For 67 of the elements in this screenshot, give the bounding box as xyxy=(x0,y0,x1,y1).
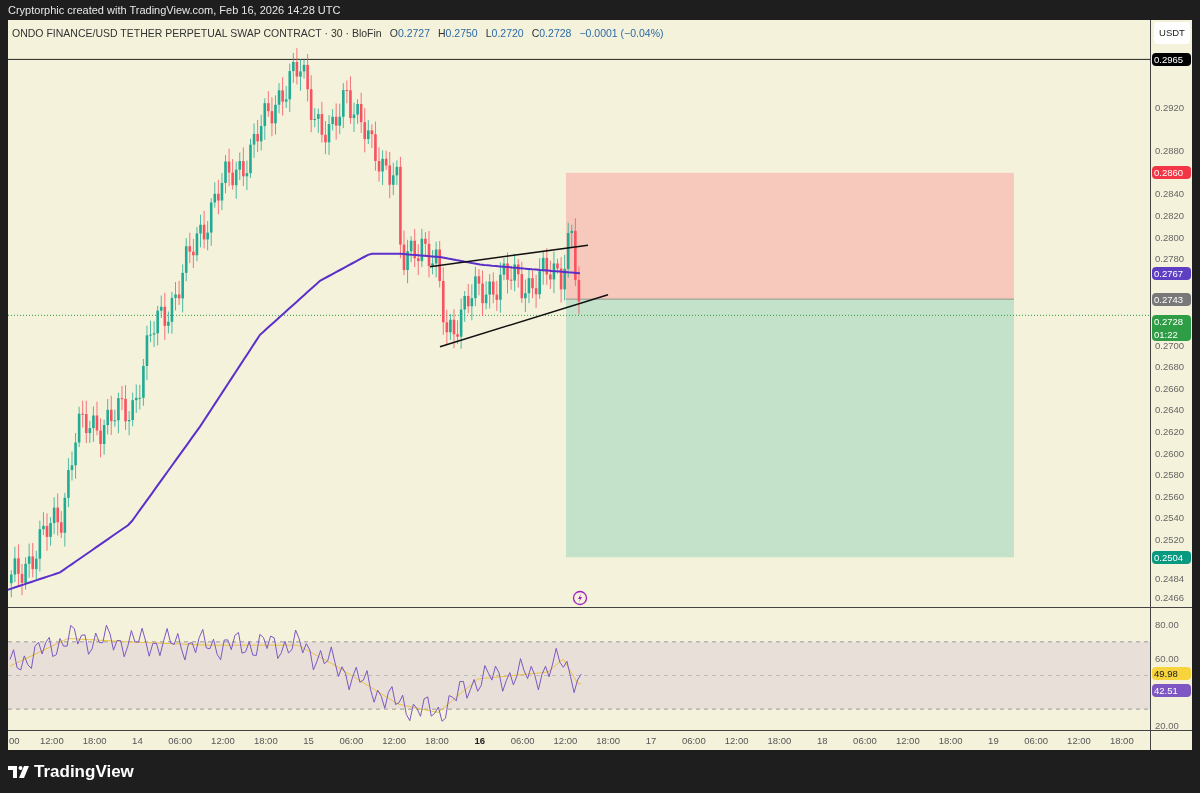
time-label: 12:00 xyxy=(211,735,235,747)
ohlc-value: C0.2728 xyxy=(531,26,572,41)
time-label: 17 xyxy=(645,735,657,747)
price-marker: 42.51 xyxy=(1152,683,1191,697)
time-label: 18:00 xyxy=(425,735,449,747)
ohlc-value: O0.2727 xyxy=(389,26,430,41)
price-tick: 0.2880 xyxy=(1155,145,1185,158)
time-label: 06:00 xyxy=(853,735,877,747)
price-marker: 0.2767 xyxy=(1152,266,1191,280)
time-label: 12:00 xyxy=(382,735,407,747)
time-label: 18:00 xyxy=(938,735,963,747)
time-label: 12:00 xyxy=(39,735,64,747)
price-tick: 0.2840 xyxy=(1155,188,1185,201)
time-label: 06:00 xyxy=(510,735,535,747)
symbol-title: ONDO FINANCE/USD TETHER PERPETUAL SWAP CONTRACT · 30 · BloFin xyxy=(12,26,382,41)
ohlc-value: H0.2750 xyxy=(438,26,478,41)
price-marker: 49.98 xyxy=(1152,667,1191,681)
price-tick: 0.2600 xyxy=(1155,447,1185,460)
price-tick: 0.2466 xyxy=(1155,592,1185,605)
price-tick: 0.2920 xyxy=(1155,102,1185,114)
time-label: 12:00 xyxy=(895,735,920,747)
price-marker: 0.2743 xyxy=(1152,292,1191,306)
time-label: 18:00 xyxy=(1109,735,1134,747)
time-label: 06:00 xyxy=(168,735,193,747)
price-tick: 0.2780 xyxy=(1155,253,1185,266)
time-label: 06:00 xyxy=(1024,735,1049,747)
price-tick: 0.2660 xyxy=(1155,382,1185,395)
price-tick: 0.2680 xyxy=(1155,361,1185,374)
time-label: 18:00 xyxy=(253,735,278,747)
price-tick: 0.2560 xyxy=(1155,490,1185,503)
chart-credit: Cryptorphic created with TradingView.com, Feb 16, 2026 14:28 UTC xyxy=(7,3,342,18)
time-label: 18 xyxy=(816,735,828,747)
price-tick: 0.2540 xyxy=(1155,512,1185,525)
logo-icon xyxy=(8,765,30,778)
price-tick: 0.2700 xyxy=(1155,339,1185,352)
time-label: 19 xyxy=(988,735,999,747)
time-label: 12:00 xyxy=(724,735,749,747)
currency-label: USDT xyxy=(1154,22,1190,44)
time-label: 06:00 xyxy=(339,735,364,747)
price-tick: 0.2484 xyxy=(1155,572,1185,585)
time-label: 12:00 xyxy=(1067,735,1091,747)
price-marker: 0.2965 xyxy=(1152,52,1191,66)
brand-logo-text: TradingView xyxy=(34,760,134,783)
time-label: 06:00 xyxy=(681,735,706,747)
price-marker: 0.2860 xyxy=(1152,166,1191,180)
rsi-tick: 80.00 xyxy=(1155,619,1179,631)
time-label: 00 xyxy=(9,735,20,747)
time-label: 18:00 xyxy=(767,735,792,747)
price-tick: 0.2620 xyxy=(1155,426,1185,438)
price-change: −0.0001 (−0.04%) xyxy=(579,26,664,41)
price-tick: 0.2820 xyxy=(1155,210,1185,222)
time-label: 18:00 xyxy=(82,735,107,747)
rsi-tick: 60.00 xyxy=(1155,652,1179,665)
price-tick: 0.2800 xyxy=(1155,231,1185,244)
price-tick: 0.2580 xyxy=(1155,469,1185,482)
price-marker: 0.2728 01:22 xyxy=(1152,314,1191,341)
price-marker: 0.2504 xyxy=(1152,550,1191,564)
time-label: 16 xyxy=(474,735,486,747)
time-label: 12:00 xyxy=(553,735,578,747)
time-label: 14 xyxy=(132,735,143,747)
ohlc-value: L0.2720 xyxy=(485,26,524,41)
time-label: 18:00 xyxy=(596,735,621,747)
price-tick: 0.2640 xyxy=(1155,404,1185,417)
price-tick: 0.2520 xyxy=(1155,534,1185,546)
lightning-icon[interactable] xyxy=(572,590,588,606)
rsi-tick: 20.00 xyxy=(1155,720,1179,732)
time-label: 15 xyxy=(303,735,314,747)
